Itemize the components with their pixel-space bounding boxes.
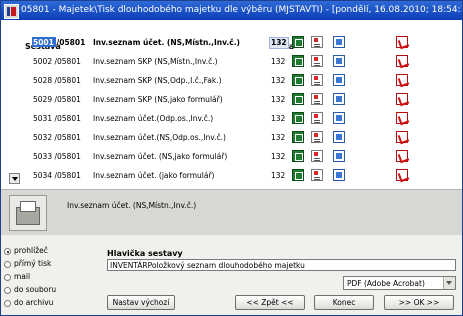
header-input[interactable]: INVENTÁRPoložkový seznam dlouhodobého ma… [107, 259, 456, 271]
report-name: Inv.seznam účet. (jako formulář) [93, 171, 215, 180]
report-width: 132 [271, 152, 286, 161]
output-format-select[interactable]: PDF (Adobe Acrobat) [343, 276, 456, 290]
pdf-export-icon[interactable] [396, 131, 408, 143]
report-width: 132 [271, 114, 286, 123]
report-code: 5033 /05801 [33, 152, 81, 161]
back-button[interactable]: << Zpět << [235, 295, 305, 310]
report-row[interactable]: 5032 /05801 Inv.seznam účet.(NS,Odp.os.,… [1, 129, 462, 146]
report-row[interactable]: 5031 /05801 Inv.seznam účet.(Odp.os.,Inv… [1, 110, 462, 127]
word-export-icon[interactable] [333, 131, 345, 143]
report-width: 132 [271, 76, 286, 85]
text-export-icon[interactable] [311, 169, 323, 181]
report-code: 5002 /05801 [33, 57, 81, 66]
word-export-icon[interactable] [333, 112, 345, 124]
word-export-icon[interactable] [333, 150, 345, 162]
scroll-down-arrow-icon[interactable] [9, 173, 20, 184]
radio-dot[interactable] [4, 300, 11, 307]
radio-dot[interactable] [4, 248, 11, 255]
report-list: Sestava Šířka 5001 /05801 Inv.seznam úče… [1, 20, 462, 189]
report-row[interactable]: 5029 /05801 Inv.seznam SKP (NS,jako form… [1, 91, 462, 108]
printer-icon [9, 195, 47, 231]
header-label: Hlavička sestavy [107, 249, 183, 258]
report-width: 132 [271, 38, 287, 47]
app-icon [4, 4, 19, 19]
text-export-icon[interactable] [311, 131, 323, 143]
report-width: 132 [271, 133, 286, 142]
window-title: 05801 - Majetek\Tisk dlouhodobého majetk… [21, 5, 463, 15]
excel-export-icon[interactable] [292, 74, 304, 86]
pdf-export-icon[interactable] [396, 55, 408, 67]
set-defaults-button[interactable]: Nastav výchozí [107, 295, 175, 310]
text-export-icon[interactable] [311, 112, 323, 124]
excel-export-icon[interactable] [292, 93, 304, 105]
report-row[interactable]: 5033 /05801 Inv.seznam účet. (NS,jako fo… [1, 148, 462, 165]
end-button[interactable]: Konec [314, 295, 374, 310]
report-preview-panel: Inv.seznam účet. (NS,Místn.,Inv.č.) [1, 189, 462, 235]
pdf-export-icon[interactable] [396, 112, 408, 124]
report-code: 5028 /05801 [33, 76, 81, 85]
report-code: 5034 /05801 [33, 171, 81, 180]
report-code: 5029 /05801 [33, 95, 81, 104]
report-name: Inv.seznam účet. (NS,jako formulář) [93, 152, 228, 161]
report-name: Inv.seznam SKP (NS,Místn.,Inv.č.) [93, 57, 218, 66]
pdf-export-icon[interactable] [396, 93, 408, 105]
report-code: 5001 /05801 [33, 38, 86, 47]
radio-dot[interactable] [4, 287, 11, 294]
excel-export-icon[interactable] [292, 150, 304, 162]
report-name: Inv.seznam SKP (NS,Odp.,I.č.,Fak.) [93, 76, 222, 85]
excel-export-icon[interactable] [292, 112, 304, 124]
chevron-down-icon[interactable] [443, 277, 455, 289]
word-export-icon[interactable] [333, 55, 345, 67]
pdf-export-icon[interactable] [396, 150, 408, 162]
pdf-export-icon[interactable] [396, 36, 408, 48]
report-width: 132 [271, 57, 286, 66]
report-width: 132 [271, 95, 286, 104]
report-code: 5032 /05801 [33, 133, 81, 142]
radio-dot[interactable] [4, 261, 11, 268]
report-row[interactable]: 5034 /05801 Inv.seznam účet. (jako formu… [1, 167, 462, 184]
pdf-export-icon[interactable] [396, 74, 408, 86]
report-row[interactable]: 5002 /05801 Inv.seznam SKP (NS,Místn.,In… [1, 53, 462, 70]
print-dialog-window: 05801 - Majetek\Tisk dlouhodobého majetk… [0, 0, 463, 316]
report-name: Inv.seznam účet. (NS,Místn.,Inv.č.) [93, 38, 240, 47]
pdf-export-icon[interactable] [396, 169, 408, 181]
report-name: Inv.seznam SKP (NS,jako formulář) [93, 95, 223, 104]
excel-export-icon[interactable] [292, 131, 304, 143]
report-code: 5031 /05801 [33, 114, 81, 123]
preview-report-name: Inv.seznam účet. (NS,Místn.,Inv.č.) [67, 201, 197, 210]
radio-dot[interactable] [4, 274, 11, 281]
ok-button[interactable]: >> OK >> [384, 295, 454, 310]
excel-export-icon[interactable] [292, 169, 304, 181]
report-name: Inv.seznam účet.(Odp.os.,Inv.č.) [93, 114, 214, 123]
text-export-icon[interactable] [311, 93, 323, 105]
report-row[interactable]: 5001 /05801 Inv.seznam účet. (NS,Místn.,… [1, 34, 462, 51]
text-export-icon[interactable] [311, 36, 323, 48]
text-export-icon[interactable] [311, 55, 323, 67]
output-format-value: PDF (Adobe Acrobat) [347, 279, 425, 288]
word-export-icon[interactable] [333, 36, 345, 48]
title-bar[interactable]: 05801 - Majetek\Tisk dlouhodobého majetk… [1, 1, 462, 20]
excel-export-icon[interactable] [292, 36, 304, 48]
word-export-icon[interactable] [333, 169, 345, 181]
word-export-icon[interactable] [333, 74, 345, 86]
text-export-icon[interactable] [311, 150, 323, 162]
report-width: 132 [271, 171, 286, 180]
text-export-icon[interactable] [311, 74, 323, 86]
excel-export-icon[interactable] [292, 55, 304, 67]
report-name: Inv.seznam účet.(NS,Odp.os.,Inv.č.) [93, 133, 226, 142]
report-row[interactable]: 5028 /05801 Inv.seznam SKP (NS,Odp.,I.č.… [1, 72, 462, 89]
word-export-icon[interactable] [333, 93, 345, 105]
